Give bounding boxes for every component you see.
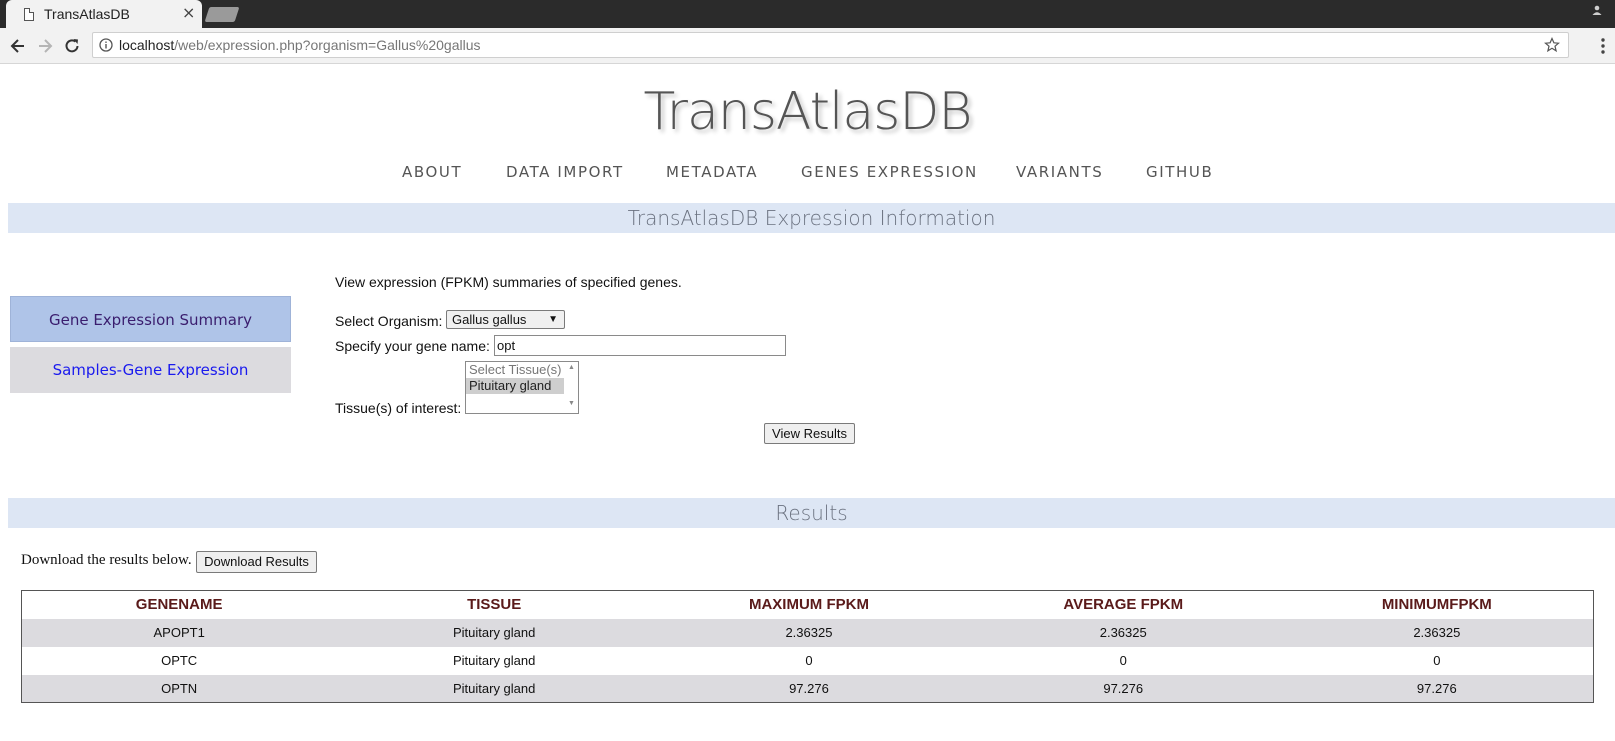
table-cell: APOPT1: [21, 618, 337, 647]
browser-tab-strip: TransAtlasDB ×: [0, 0, 1615, 28]
column-header: AVERAGE FPKM: [1063, 596, 1184, 614]
view-results-button[interactable]: View Results: [764, 423, 855, 444]
results-table: GENENAME TISSUE MAXIMUM FPKM AVERAGE FPK…: [21, 590, 1594, 703]
nav-variants[interactable]: VARIANTS: [1016, 163, 1103, 181]
new-tab-button[interactable]: [204, 7, 240, 22]
profile-icon[interactable]: [1591, 4, 1603, 16]
forward-arrow-icon[interactable]: [35, 36, 55, 56]
table-cell: 0: [965, 646, 1281, 675]
tab-title: TransAtlasDB: [44, 6, 130, 22]
results-title-bar: Results: [8, 498, 1615, 528]
table-row: APOPT1 Pituitary gland 2.36325 2.36325 2…: [21, 618, 1594, 647]
table-cell: 97.276: [652, 674, 966, 703]
table-row: OPTC Pituitary gland 0 0 0: [21, 646, 1594, 675]
side-menu-samples-gene-expression[interactable]: Samples-Gene Expression: [10, 347, 291, 393]
organism-label: Select Organism:: [335, 313, 443, 329]
download-text: Download the results below.: [21, 552, 192, 568]
dropdown-arrow-icon: ▼: [548, 314, 558, 325]
column-header: GENENAME: [135, 596, 223, 614]
column-header: TISSUE: [467, 596, 522, 614]
nav-github[interactable]: GITHUB: [1146, 163, 1213, 181]
table-cell: 2.36325: [652, 618, 966, 647]
column-header: MAXIMUM FPKM: [748, 596, 869, 614]
nav-data-import[interactable]: DATA IMPORT: [506, 163, 624, 181]
scroll-up-icon[interactable]: ▲: [568, 364, 575, 371]
close-tab-icon[interactable]: ×: [182, 4, 195, 22]
tissue-option[interactable]: Select Tissue(s): [466, 362, 564, 378]
download-results-button[interactable]: Download Results: [196, 551, 317, 573]
browser-menu-icon[interactable]: [1601, 37, 1605, 55]
side-menu: Gene Expression Summary Samples-Gene Exp…: [10, 296, 291, 398]
organism-select-value: Gallus gallus: [452, 312, 527, 327]
main-nav: ABOUT DATA IMPORT METADATA GENES EXPRESS…: [0, 163, 1615, 187]
table-cell: 97.276: [965, 674, 1281, 703]
url-host: localhost: [119, 37, 175, 53]
site-logo[interactable]: TransAtlasDB: [0, 82, 1615, 142]
table-cell: 2.36325: [965, 618, 1281, 647]
organism-select[interactable]: Gallus gallus ▼: [446, 310, 565, 329]
tissue-label: Tissue(s) of interest:: [335, 400, 462, 416]
nav-metadata[interactable]: METADATA: [666, 163, 758, 181]
scroll-down-icon[interactable]: ▼: [568, 400, 575, 407]
nav-genes-expression[interactable]: GENES EXPRESSION: [801, 163, 978, 181]
tissue-listbox[interactable]: Select Tissue(s) Pituitary gland ▲ ▼: [465, 361, 579, 414]
table-row: OPTN Pituitary gland 97.276 97.276 97.27…: [21, 674, 1594, 703]
side-menu-gene-expression-summary[interactable]: Gene Expression Summary: [10, 296, 291, 342]
table-header-row: GENENAME TISSUE MAXIMUM FPKM AVERAGE FPK…: [22, 591, 1594, 619]
table-cell: Pituitary gland: [336, 674, 653, 703]
column-header: MINIMUMFPKM: [1381, 596, 1492, 614]
page-icon: [24, 8, 34, 21]
nav-about[interactable]: ABOUT: [402, 163, 462, 181]
table-cell: OPTC: [21, 646, 337, 675]
table-cell: 0: [1280, 646, 1594, 675]
table-cell: OPTN: [21, 674, 337, 703]
section-title-bar: TransAtlasDB Expression Information: [8, 203, 1615, 233]
back-arrow-icon[interactable]: [8, 36, 28, 56]
url-path: /web/expression.php?organism=Gallus%20ga…: [174, 37, 481, 53]
table-cell: 2.36325: [1280, 618, 1594, 647]
table-cell: 0: [652, 646, 966, 675]
info-icon[interactable]: [99, 38, 113, 52]
browser-toolbar: localhost/web/expression.php?organism=Ga…: [0, 28, 1615, 64]
gene-name-input[interactable]: opt: [494, 335, 786, 356]
table-cell: Pituitary gland: [336, 618, 653, 647]
reload-icon[interactable]: [62, 36, 82, 56]
url-text[interactable]: localhost/web/expression.php?organism=Ga…: [119, 37, 481, 53]
tissue-option[interactable]: Pituitary gland: [466, 378, 564, 394]
bookmark-star-icon[interactable]: [1544, 37, 1560, 53]
table-cell: 97.276: [1280, 674, 1594, 703]
address-bar[interactable]: localhost/web/expression.php?organism=Ga…: [92, 32, 1569, 58]
listbox-scrollbar[interactable]: ▲ ▼: [565, 362, 578, 413]
browser-tab[interactable]: TransAtlasDB ×: [6, 0, 202, 28]
table-cell: Pituitary gland: [336, 646, 653, 675]
form-intro: View expression (FPKM) summaries of spec…: [335, 274, 682, 290]
gene-label: Specify your gene name:: [335, 338, 490, 354]
